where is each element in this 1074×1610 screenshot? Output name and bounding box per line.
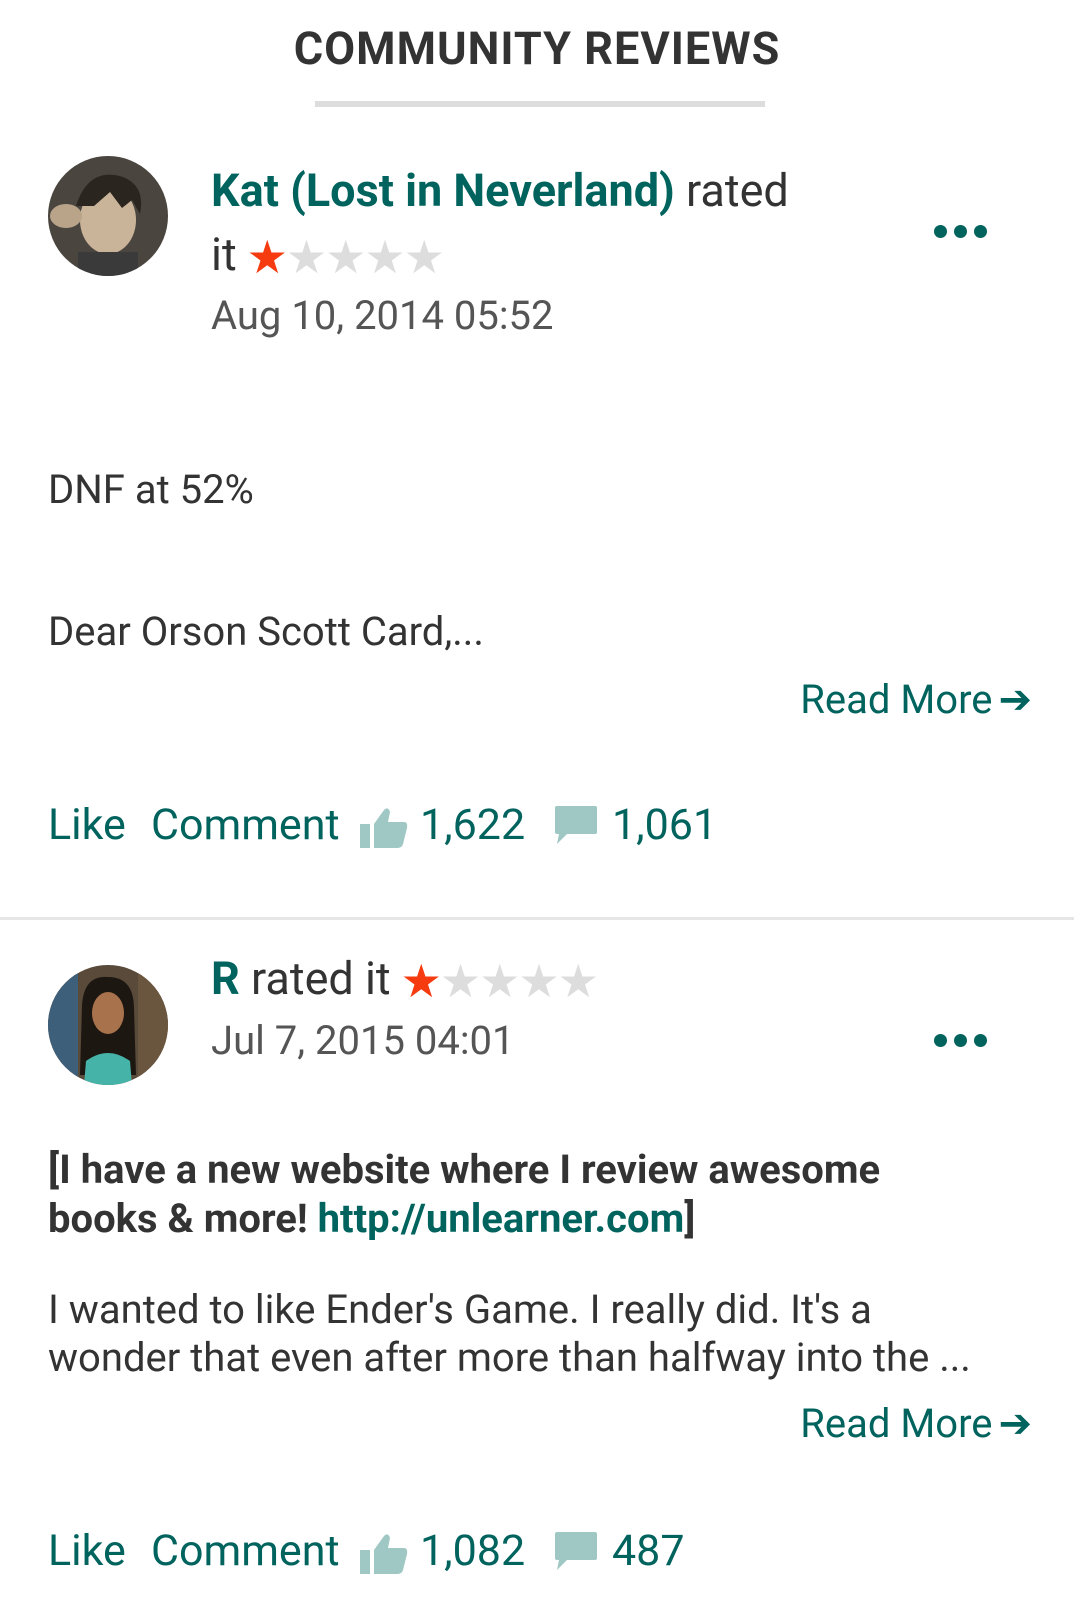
review-date: Aug 10, 2014 05:52 xyxy=(211,292,554,339)
reviewer-name[interactable]: R xyxy=(211,952,240,1005)
read-more-link[interactable]: Read More ➔ xyxy=(800,676,1032,723)
rated-text: rated it xyxy=(251,952,391,1005)
avatar-image xyxy=(48,156,168,276)
intro-text: ] xyxy=(684,1195,696,1242)
review-text: wonder that even after more than halfway… xyxy=(48,1334,971,1381)
star-icon: ★ xyxy=(479,955,520,1009)
comment-count[interactable]: 487 xyxy=(612,1526,685,1576)
rated-text: rated xyxy=(686,164,789,217)
star-icon: ★ xyxy=(364,231,405,285)
title-underline xyxy=(315,101,765,107)
comment-button[interactable]: Comment xyxy=(151,800,340,850)
section-title: COMMUNITY REVIEWS xyxy=(293,22,781,75)
comment-button[interactable]: Comment xyxy=(151,1526,340,1576)
star-icon: ★ xyxy=(400,955,442,1009)
review-text: I wanted to like Ender's Game. I really … xyxy=(48,1286,872,1333)
avatar-image xyxy=(48,965,168,1085)
star-icon: ★ xyxy=(325,231,366,285)
read-more-link[interactable]: Read More ➔ xyxy=(800,1400,1032,1447)
star-icon: ★ xyxy=(403,231,445,285)
reviewer-name[interactable]: Kat (Lost in Neverland) xyxy=(211,164,675,217)
intro-text: books & more! xyxy=(48,1195,318,1242)
like-button[interactable]: Like xyxy=(48,1526,126,1576)
arrow-right-icon: ➔ xyxy=(998,1400,1032,1447)
review-header-line1: Kat (Lost in Neverland) rated xyxy=(211,168,789,213)
read-more-label: Read More xyxy=(800,1400,993,1447)
avatar[interactable] xyxy=(48,965,168,1085)
review-header-line2: it ★★★★★ xyxy=(211,232,445,281)
it-text: it xyxy=(211,228,237,281)
review-intro: [I have a new website where I review awe… xyxy=(48,1145,880,1243)
star-icon: ★ xyxy=(518,955,559,1009)
like-button[interactable]: Like xyxy=(48,800,126,850)
comment-count[interactable]: 1,061 xyxy=(612,800,717,850)
read-more-label: Read More xyxy=(800,676,993,723)
review-divider xyxy=(0,917,1074,920)
star-icon: ★ xyxy=(557,955,599,1009)
more-options-icon[interactable] xyxy=(934,221,987,241)
review-text: DNF at 52% xyxy=(48,466,254,513)
intro-line: books & more! http://unlearner.com] xyxy=(48,1194,880,1243)
review-header-line1: R rated it ★★★★★ xyxy=(211,956,599,1005)
star-rating: ★★★★★ xyxy=(247,235,445,281)
like-count[interactable]: 1,622 xyxy=(420,800,525,850)
like-count[interactable]: 1,082 xyxy=(420,1526,525,1576)
thumbs-up-icon xyxy=(360,1534,408,1574)
review-date: Jul 7, 2015 04:01 xyxy=(211,1017,515,1064)
website-link[interactable]: http://unlearner.com xyxy=(318,1195,685,1242)
comment-icon xyxy=(555,1532,597,1570)
thumbs-up-icon xyxy=(360,808,408,848)
star-rating: ★★★★★ xyxy=(401,959,599,1005)
star-icon: ★ xyxy=(246,231,288,285)
more-options-icon[interactable] xyxy=(934,1030,987,1050)
arrow-right-icon: ➔ xyxy=(998,676,1032,723)
intro-line: [I have a new website where I review awe… xyxy=(48,1146,881,1193)
avatar[interactable] xyxy=(48,156,168,276)
star-icon: ★ xyxy=(285,231,327,285)
star-icon: ★ xyxy=(439,955,481,1009)
comment-icon xyxy=(555,806,597,844)
review-text: Dear Orson Scott Card,... xyxy=(48,608,484,655)
